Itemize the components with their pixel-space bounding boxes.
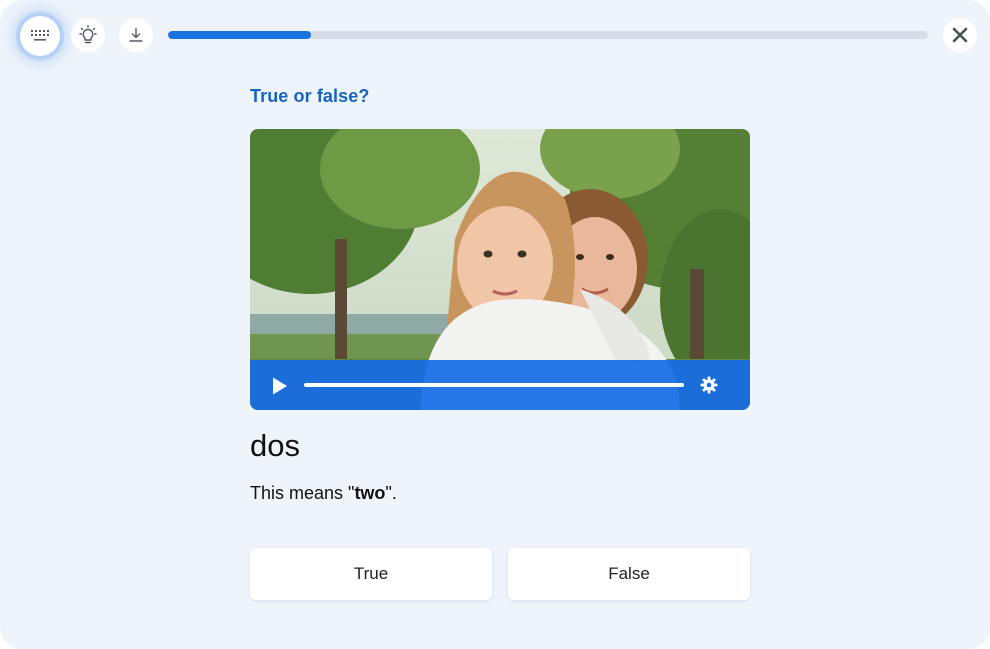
meaning-prefix: This means " xyxy=(250,483,355,503)
download-icon xyxy=(128,27,144,43)
hint-button[interactable] xyxy=(71,18,105,52)
meaning-statement: This means "two". xyxy=(250,483,397,504)
meaning-suffix: ". xyxy=(385,483,397,503)
seek-bar[interactable] xyxy=(304,383,684,387)
meaning-translation: two xyxy=(354,483,386,503)
close-button[interactable] xyxy=(943,18,977,52)
close-icon xyxy=(952,27,968,43)
progress-bar xyxy=(168,31,928,39)
target-word: dos xyxy=(250,428,300,463)
settings-button[interactable] xyxy=(700,376,718,394)
lesson-screen: True or false? dos This means "two". Tru… xyxy=(0,0,990,649)
video-player[interactable] xyxy=(250,129,750,410)
play-button[interactable] xyxy=(270,376,290,396)
false-button[interactable]: False xyxy=(508,548,750,600)
true-button[interactable]: True xyxy=(250,548,492,600)
download-button[interactable] xyxy=(119,18,153,52)
video-controls xyxy=(250,360,750,410)
keyboard-button[interactable] xyxy=(20,16,60,56)
play-icon xyxy=(270,377,290,400)
question-prompt: True or false? xyxy=(250,86,370,106)
keyboard-icon xyxy=(30,29,50,43)
gear-icon xyxy=(700,376,718,398)
progress-fill xyxy=(168,31,311,39)
lightbulb-icon xyxy=(79,25,97,45)
